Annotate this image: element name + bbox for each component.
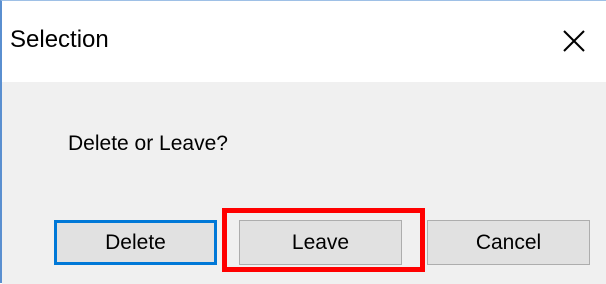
delete-button-label: Delete xyxy=(105,230,166,254)
cancel-button-label: Cancel xyxy=(475,230,542,254)
dialog-body: Delete or Leave? Delete Leave Cancel xyxy=(2,82,606,284)
title-bar: Selection xyxy=(2,1,606,82)
close-button[interactable] xyxy=(548,15,600,67)
leave-button-label: Leave xyxy=(291,230,350,254)
window-title: Selection xyxy=(10,26,109,53)
selection-dialog: Selection Delete or Leave? Delete Leave … xyxy=(0,0,606,284)
dialog-message: Delete or Leave? xyxy=(68,132,228,155)
cancel-button[interactable]: Cancel xyxy=(427,220,590,265)
close-icon xyxy=(563,30,585,52)
delete-button[interactable]: Delete xyxy=(54,220,217,265)
leave-button[interactable]: Leave xyxy=(239,220,402,265)
